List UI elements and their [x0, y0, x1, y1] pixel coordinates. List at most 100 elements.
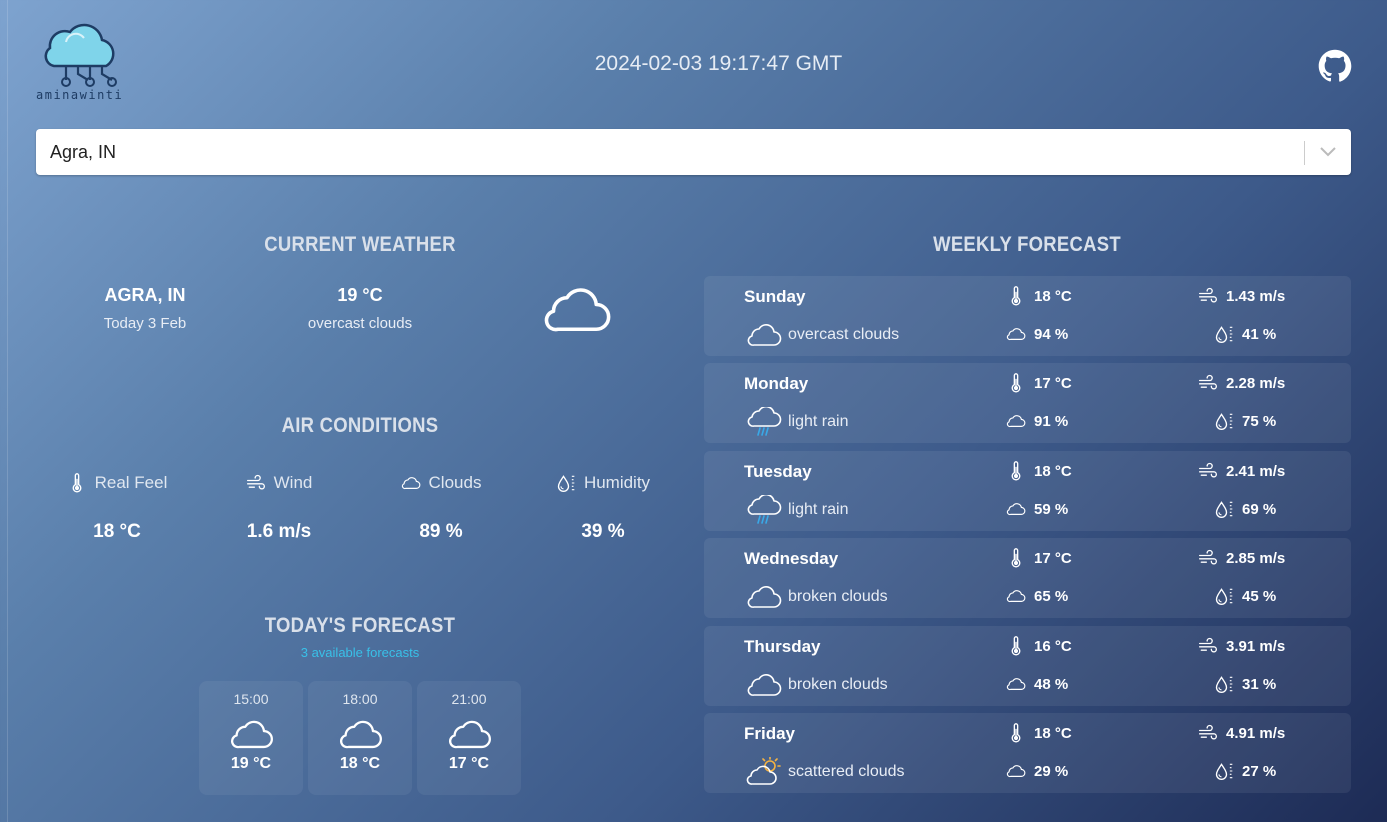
air-value: 89 % [419, 521, 463, 542]
weekly-day: Friday [744, 724, 796, 743]
air-humidity: Humidity 39 % [528, 473, 678, 543]
cloud-icon [746, 670, 782, 700]
weekly-desc: scattered clouds [788, 763, 905, 780]
chevron-down-icon[interactable] [1319, 144, 1337, 158]
air-conditions-title: AIR CONDITIONS [281, 414, 439, 437]
weekly-desc: light rain [788, 413, 849, 430]
weekly-clouds: 59 % [1034, 500, 1069, 518]
weekly-temp: 17 °C [1034, 374, 1072, 392]
weekly-humidity: 75 % [1242, 412, 1277, 430]
weekly-humidity: 69 % [1242, 500, 1277, 518]
weekly-wind: 4.91 m/s [1226, 724, 1286, 742]
cloud-icon [540, 283, 612, 335]
weekly-humidity: 27 % [1242, 762, 1277, 780]
thermometer-icon [1006, 636, 1026, 656]
weekly-temp: 16 °C [1034, 637, 1072, 655]
weekly-row-thursday: Thursday broken clouds 16 °C 48 % 3.91 m… [704, 626, 1351, 706]
github-icon[interactable] [1318, 49, 1352, 83]
weekly-row-wednesday: Wednesday broken clouds 17 °C 65 % 2.85 … [704, 538, 1351, 618]
weekly-temp: 18 °C [1034, 462, 1072, 480]
weekly-desc: broken clouds [788, 588, 888, 605]
cloud-icon [1006, 674, 1026, 694]
hourly-forecast-card: 18:00 18 °C [308, 681, 412, 795]
sun-cloud-icon [746, 757, 782, 787]
wind-icon [1198, 548, 1218, 568]
current-weather-title: CURRENT WEATHER [264, 233, 456, 256]
cloud-icon [1006, 499, 1026, 519]
thermometer-icon [1006, 723, 1026, 743]
cloud-icon [401, 473, 421, 493]
weekly-temp: 18 °C [1034, 724, 1072, 742]
logo-text: aminawinti [36, 88, 124, 102]
current-date: Today 3 Feb [103, 315, 187, 332]
weekly-row-tuesday: Tuesday light rain 18 °C 59 % 2.41 m/s 6… [704, 451, 1351, 531]
humidity-icon [1214, 674, 1234, 694]
air-wind: Wind 1.6 m/s [204, 473, 354, 543]
weekly-wind: 2.28 m/s [1226, 374, 1286, 392]
weekly-clouds: 29 % [1034, 762, 1069, 780]
cloud-icon [1006, 324, 1026, 344]
weekly-clouds: 65 % [1034, 587, 1069, 605]
air-value: 1.6 m/s [246, 521, 312, 542]
air-label: Humidity [583, 473, 651, 492]
cloud-icon [746, 320, 782, 350]
humidity-icon [1214, 499, 1234, 519]
hourly-time: 21:00 [451, 691, 487, 707]
datetime: 2024-02-03 19:17:47 GMT [594, 52, 843, 75]
hourly-time: 15:00 [233, 691, 269, 707]
hourly-forecast-card: 21:00 17 °C [417, 681, 521, 795]
thermometer-icon [1006, 373, 1026, 393]
todays-forecast-title: TODAY'S FORECAST [264, 614, 456, 637]
cloud-icon [228, 717, 274, 751]
wind-icon [246, 473, 266, 493]
weekly-humidity: 41 % [1242, 325, 1277, 343]
cloud-icon [746, 582, 782, 612]
hourly-forecast-card: 15:00 19 °C [199, 681, 303, 795]
weekly-clouds: 94 % [1034, 325, 1069, 343]
weekly-day: Monday [744, 374, 809, 393]
weekly-desc: light rain [788, 501, 849, 518]
thermometer-icon [1006, 286, 1026, 306]
humidity-icon [556, 473, 576, 493]
weekly-forecast-title: WEEKLY FORECAST [933, 233, 1121, 256]
air-value: 18 °C [93, 521, 141, 542]
thermometer-icon [1006, 461, 1026, 481]
humidity-icon [1214, 586, 1234, 606]
city-search-select[interactable]: Agra, IN [36, 129, 1351, 175]
search-value[interactable]: Agra, IN [50, 142, 116, 163]
weekly-desc: broken clouds [788, 676, 888, 693]
cloud-icon [1006, 411, 1026, 431]
humidity-icon [1214, 324, 1234, 344]
thermometer-icon [67, 473, 87, 493]
thermometer-icon [1006, 548, 1026, 568]
hourly-time: 18:00 [342, 691, 378, 707]
weekly-row-sunday: Sunday overcast clouds 18 °C 94 % 1.43 m… [704, 276, 1351, 356]
weekly-wind: 1.43 m/s [1226, 287, 1286, 305]
todays-forecast-subtitle: 3 available forecasts [300, 645, 420, 660]
air-label: Wind [273, 473, 313, 492]
current-description: overcast clouds [307, 315, 413, 332]
cloud-icon [1006, 586, 1026, 606]
hourly-temp: 18 °C [339, 755, 381, 772]
search-separator [1304, 141, 1305, 165]
humidity-icon [1214, 761, 1234, 781]
weekly-row-monday: Monday light rain 17 °C 91 % 2.28 m/s 75… [704, 363, 1351, 443]
wind-icon [1198, 636, 1218, 656]
air-value: 39 % [581, 521, 625, 542]
wind-icon [1198, 373, 1218, 393]
current-temp: 19 °C [337, 285, 383, 305]
air-clouds: Clouds 89 % [366, 473, 516, 543]
current-city: AGRA, IN [104, 285, 186, 305]
weekly-day: Tuesday [744, 462, 812, 481]
weekly-temp: 17 °C [1034, 549, 1072, 567]
weekly-day: Sunday [744, 287, 806, 306]
hourly-temp: 19 °C [230, 755, 272, 772]
rain-cloud-icon [746, 495, 782, 525]
weekly-wind: 3.91 m/s [1226, 637, 1286, 655]
wind-icon [1198, 286, 1218, 306]
weekly-row-friday: Friday scattered clouds 18 °C 29 % 4.91 … [704, 713, 1351, 793]
weekly-wind: 2.41 m/s [1226, 462, 1286, 480]
weekly-humidity: 45 % [1242, 587, 1277, 605]
cloud-icon [446, 717, 492, 751]
air-label: Real Feel [94, 473, 168, 492]
